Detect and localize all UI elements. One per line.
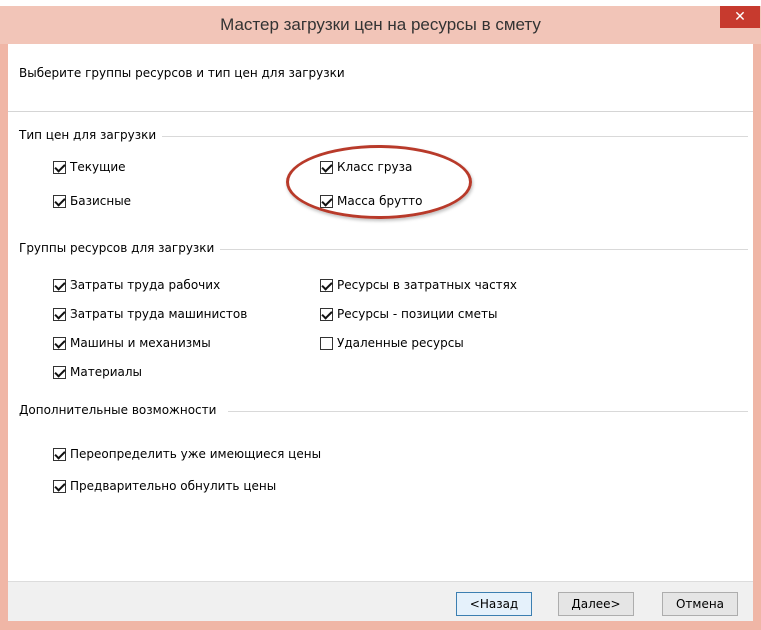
checkbox-workers-labor[interactable]: Затраты труда рабочих xyxy=(53,278,220,292)
checkbox-label: Материалы xyxy=(70,365,142,379)
next-button[interactable]: Далее> xyxy=(558,592,634,616)
button-bar: <Назад Далее> Отмена xyxy=(8,581,753,621)
checkbox-label: Ресурсы - позиции сметы xyxy=(337,307,498,321)
checkbox-label: Базисные xyxy=(70,194,132,208)
checkbox-box[interactable] xyxy=(320,278,333,292)
group-divider xyxy=(218,249,748,250)
checkbox-box[interactable] xyxy=(320,336,333,350)
window-title: Мастер загрузки цен на ресурсы в смету xyxy=(220,15,541,34)
checkbox-box[interactable] xyxy=(53,365,66,379)
checkbox-label: Текущие xyxy=(70,160,126,174)
close-button[interactable]: ✕ xyxy=(720,6,760,28)
checkbox-machinists-labor[interactable]: Затраты труда машинистов xyxy=(53,307,247,321)
checkbox-label: Ресурсы в затратных частях xyxy=(337,278,517,292)
checkbox-deleted-resources[interactable]: Удаленные ресурсы xyxy=(320,336,464,350)
cancel-button[interactable]: Отмена xyxy=(662,592,738,616)
dialog-client-area: Выберите группы ресурсов и тип цен для з… xyxy=(8,44,753,621)
checkbox-materials[interactable]: Материалы xyxy=(53,365,142,379)
checkbox-box[interactable] xyxy=(53,278,66,292)
checkbox-current-prices[interactable]: Текущие xyxy=(53,160,126,174)
checkbox-estimate-positions[interactable]: Ресурсы - позиции сметы xyxy=(320,307,497,321)
group-divider xyxy=(228,411,748,412)
checkbox-label: Удаленные ресурсы xyxy=(337,336,464,350)
back-button[interactable]: <Назад xyxy=(456,592,532,616)
instruction-text: Выберите группы ресурсов и тип цен для з… xyxy=(19,66,345,80)
resource-groups-title: Группы ресурсов для загрузки xyxy=(19,241,221,255)
checkbox-label: Предварительно обнулить цены xyxy=(70,479,277,493)
title-bar[interactable]: Мастер загрузки цен на ресурсы в смету ✕ xyxy=(0,6,761,44)
group-divider xyxy=(158,136,748,137)
highlight-ellipse xyxy=(286,145,472,219)
checkbox-box[interactable] xyxy=(53,336,66,350)
checkbox-cost-parts-resources[interactable]: Ресурсы в затратных частях xyxy=(320,278,517,292)
checkbox-box[interactable] xyxy=(320,307,333,321)
checkbox-box[interactable] xyxy=(53,194,66,208)
dialog-window: Мастер загрузки цен на ресурсы в смету ✕… xyxy=(0,6,761,630)
checkbox-box[interactable] xyxy=(53,160,66,174)
checkbox-box[interactable] xyxy=(53,479,66,493)
checkbox-reset-prices[interactable]: Предварительно обнулить цены xyxy=(53,479,276,493)
extra-options-title: Дополнительные возможности xyxy=(19,403,223,417)
checkbox-base-prices[interactable]: Базисные xyxy=(53,194,131,208)
checkbox-box[interactable] xyxy=(53,307,66,321)
checkbox-label: Затраты труда рабочих xyxy=(70,278,221,292)
checkbox-label: Переопределить уже имеющиеся цены xyxy=(70,447,322,461)
wizard-header: Выберите группы ресурсов и тип цен для з… xyxy=(8,44,753,112)
checkbox-override-prices[interactable]: Переопределить уже имеющиеся цены xyxy=(53,447,321,461)
close-icon: ✕ xyxy=(734,9,746,25)
checkbox-machines[interactable]: Машины и механизмы xyxy=(53,336,211,350)
checkbox-label: Затраты труда машинистов xyxy=(70,307,248,321)
checkbox-label: Машины и механизмы xyxy=(70,336,211,350)
price-type-group-title: Тип цен для загрузки xyxy=(19,128,163,142)
checkbox-box[interactable] xyxy=(53,447,66,461)
